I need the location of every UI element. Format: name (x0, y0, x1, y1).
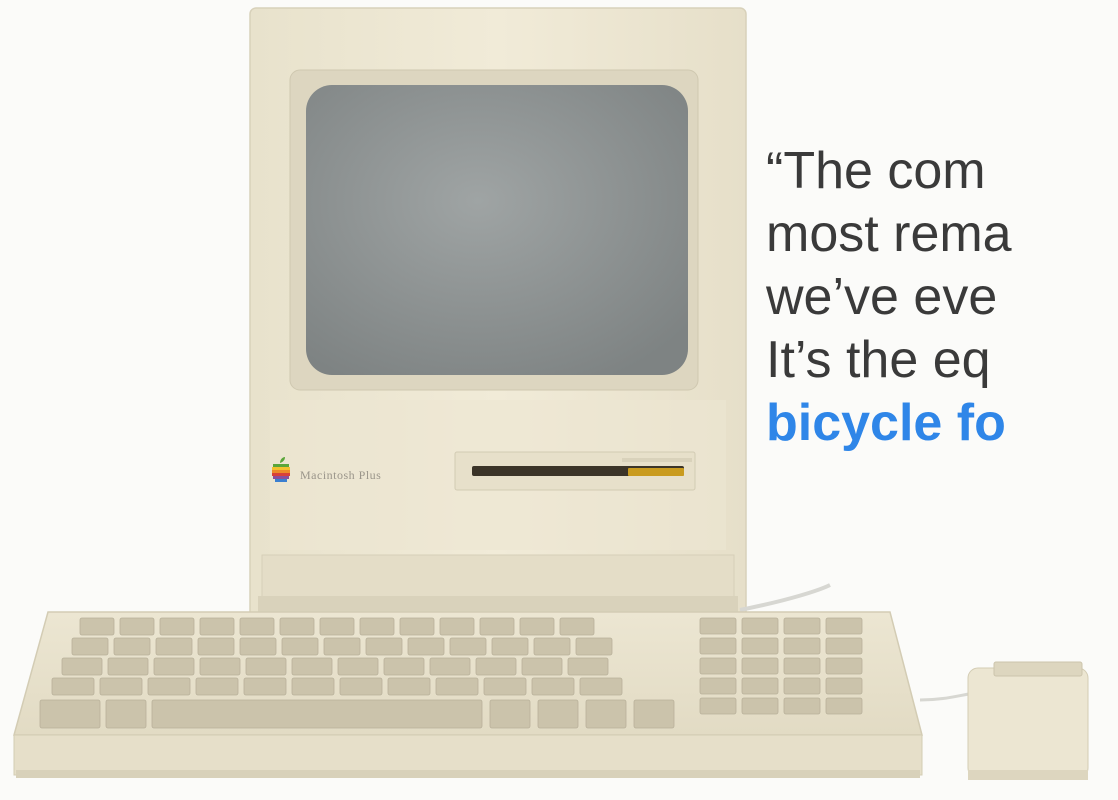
keyboard-key (479, 617, 515, 636)
keyboard-key (61, 657, 103, 676)
keyboard-key (339, 677, 383, 696)
keyboard-key (199, 657, 241, 676)
keyboard-key (323, 637, 361, 656)
quote-line-3: we’ve eve (766, 268, 998, 326)
keyboard-key (281, 637, 319, 656)
keyboard-key (319, 617, 355, 636)
keyboard-key (359, 617, 395, 636)
keyboard-key (407, 637, 445, 656)
keyboard-key (239, 637, 277, 656)
keyboard-key (153, 657, 195, 676)
keyboard-key (741, 637, 779, 655)
keyboard-key (741, 657, 779, 675)
mouse (967, 661, 1089, 780)
keyboard-key (783, 657, 821, 675)
keyboard-key (71, 637, 109, 656)
keyboard-key (519, 617, 555, 636)
keyboard-key (79, 617, 115, 636)
keyboard-key (239, 617, 275, 636)
keyboard-key (245, 657, 287, 676)
keyboard-key (439, 617, 475, 636)
quote-line-2: most rema (766, 205, 1012, 263)
keyboard-key (483, 677, 527, 696)
keyboard-key (741, 677, 779, 695)
keyboard-key (383, 657, 425, 676)
keyboard-key (199, 617, 235, 636)
keyboard-key (99, 677, 143, 696)
keyboard-key (337, 657, 379, 676)
keyboard-key (475, 657, 517, 676)
keyboard-key (39, 699, 101, 729)
quote-line-4: It’s the eq (766, 331, 991, 389)
keyboard-key (291, 677, 335, 696)
keyboard-cable (739, 583, 831, 612)
keyboard-key (435, 677, 479, 696)
keyboard-key (279, 617, 315, 636)
keyboard-key (699, 657, 737, 675)
keyboard-key (537, 699, 579, 729)
keyboard-key (107, 657, 149, 676)
keyboard-key (699, 617, 737, 635)
keyboard-key (151, 699, 483, 729)
quote-line-1: “The com (766, 142, 986, 200)
keyboard-key (429, 657, 471, 676)
model-label: Macintosh Plus (300, 468, 382, 482)
keyboard-key (195, 677, 239, 696)
keyboard-key (575, 637, 613, 656)
keyboard-key (531, 677, 575, 696)
keyboard-key (783, 697, 821, 715)
keyboard-key (699, 677, 737, 695)
keyboard-key (243, 677, 287, 696)
keyboard-key (197, 637, 235, 656)
keyboard-key (825, 657, 863, 675)
quote-text: “The com most rema we’ve eve It’s the eq… (766, 140, 1118, 455)
crt-screen (306, 85, 688, 375)
keyboard-key (567, 657, 609, 676)
keyboard-key (699, 637, 737, 655)
keyboard-key (291, 657, 333, 676)
keyboard-key (783, 637, 821, 655)
keyboard-key (399, 617, 435, 636)
computer-body (249, 7, 747, 619)
keyboard-key (159, 617, 195, 636)
keyboard-key (825, 617, 863, 635)
keyboard-key (491, 637, 529, 656)
keyboard-key (741, 617, 779, 635)
keyboard-key (521, 657, 563, 676)
keyboard (13, 611, 923, 778)
keyboard-key (559, 617, 595, 636)
keyboard-key (825, 677, 863, 695)
keyboard-key (387, 677, 431, 696)
keyboard-key (633, 699, 675, 729)
keyboard-key (533, 637, 571, 656)
mouse-cable (919, 691, 976, 702)
keyboard-key (365, 637, 403, 656)
keyboard-key (489, 699, 531, 729)
keyboard-key (825, 697, 863, 715)
keyboard-key (825, 637, 863, 655)
keyboard-key (579, 677, 623, 696)
keyboard-key (155, 637, 193, 656)
keyboard-key (113, 637, 151, 656)
keyboard-key (105, 699, 147, 729)
keyboard-key (783, 617, 821, 635)
keyboard-key (147, 677, 191, 696)
keyboard-key (741, 697, 779, 715)
keyboard-key (699, 697, 737, 715)
keyboard-key (51, 677, 95, 696)
keyboard-key (119, 617, 155, 636)
keyboard-key (449, 637, 487, 656)
keyboard-key (585, 699, 627, 729)
keyboard-key (783, 677, 821, 695)
quote-highlight: bicycle fo (766, 394, 1006, 452)
floppy-drive (454, 451, 696, 491)
